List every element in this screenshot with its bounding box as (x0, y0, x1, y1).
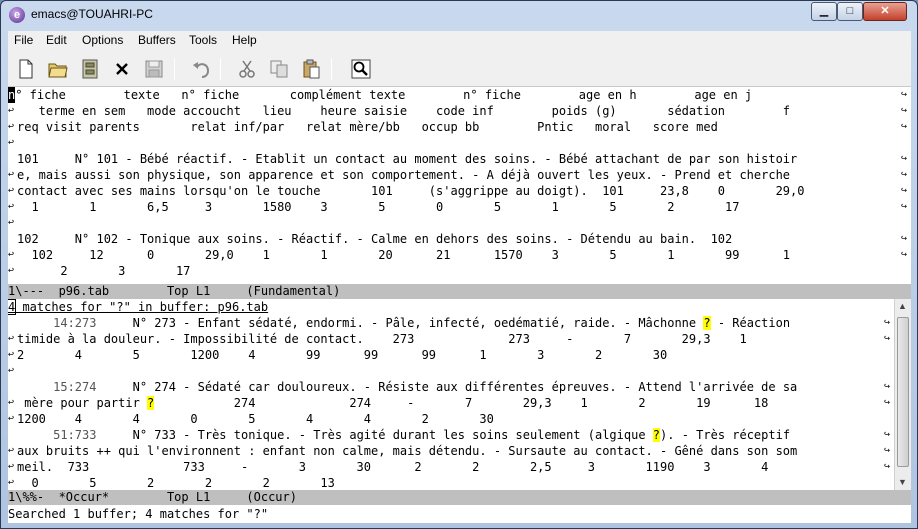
cut-icon[interactable] (234, 57, 260, 81)
window-title: emacs@TOUAHRI-PC (31, 7, 153, 21)
menu-help[interactable]: Help (232, 33, 257, 47)
occur-match-line[interactable]: 14:273 N° 273 - Enfant sédaté, endormi. … (8, 315, 894, 331)
emacs-window: e emacs@TOUAHRI-PC ▁ □ ✕ File Edit Optio… (0, 0, 918, 529)
close-button[interactable]: ✕ (863, 2, 907, 21)
emacs-frame: n° fiche texte n° fiche complément texte… (8, 87, 911, 523)
buffer-line[interactable]: ↩ 1 1 6,5 3 1580 3 5 0 5 1 5 2 17 ↪ (8, 199, 911, 215)
search-icon[interactable] (348, 57, 374, 81)
buffer-line[interactable]: ↩ 2 3 17 (8, 263, 911, 279)
occur-window[interactable]: 4 matches for "?" in buffer: p96.tab 14:… (8, 299, 894, 490)
buffer-line[interactable]: ↩ e, mais aussi son physique, son apparen… (8, 167, 911, 183)
wrap-arrow-right-icon: ↪ (884, 397, 891, 408)
toolbar-separator (220, 58, 221, 80)
paste-icon[interactable] (298, 57, 324, 81)
dired-icon[interactable] (77, 57, 103, 81)
wrap-arrow-right-icon: ↪ (901, 201, 908, 212)
menu-buffers[interactable]: Buffers (138, 33, 176, 47)
wrap-arrow-right-icon: ↪ (901, 169, 908, 180)
occur-line-number: 51:733 (17, 428, 97, 442)
occur-mode-line[interactable]: 1\%%- *Occur* Top L1 (Occur) (8, 490, 911, 505)
echo-area: Searched 1 buffer; 4 matches for "?" (8, 506, 911, 523)
buffer-line[interactable]: n° fiche texte n° fiche complément texte… (8, 87, 911, 103)
top-mode-line[interactable]: 1\--- p96.tab Top L1 (Fundamental) (8, 284, 911, 299)
tool-bar (8, 51, 911, 87)
wrap-arrow-left-icon: ↩ (8, 365, 15, 376)
maximize-button[interactable]: □ (837, 2, 863, 21)
occur-match-line[interactable]: ↩ (8, 363, 894, 379)
occur-match-line[interactable]: ↩ 0 5 2 2 2 13 (8, 475, 894, 490)
buffer-line[interactable]: ↩ terme en sem mode accoucht lieu heure … (8, 103, 911, 119)
match-highlight: ? (703, 316, 711, 330)
emacs-app-icon: e (9, 7, 25, 23)
wrap-arrow-right-icon: ↪ (884, 429, 891, 440)
save-icon[interactable] (141, 57, 167, 81)
menu-edit[interactable]: Edit (46, 33, 67, 47)
wrap-arrow-left-icon: ↩ (8, 137, 15, 148)
occur-match-line[interactable]: ↩ meil. 733 733 - 3 30 2 2 2,5 3 1190 3 4… (8, 459, 894, 475)
occur-header[interactable]: 4 matches for "?" in buffer: p96.tab (8, 299, 894, 315)
wrap-arrow-right-icon: ↪ (901, 121, 908, 132)
open-folder-icon[interactable] (45, 57, 71, 81)
minimize-button[interactable]: ▁ (811, 2, 837, 21)
wrap-arrow-right-icon: ↪ (901, 105, 908, 116)
wrap-arrow-right-icon: ↪ (901, 153, 908, 164)
scroll-thumb[interactable] (897, 317, 909, 467)
title-bar[interactable]: e emacs@TOUAHRI-PC ▁ □ ✕ (1, 1, 917, 29)
buffer-line[interactable]: ↩ (8, 215, 911, 231)
occur-match-line[interactable]: 51:733 N° 733 - Très tonique. - Très agi… (8, 427, 894, 443)
wrap-arrow-right-icon: ↪ (884, 445, 891, 456)
menu-file[interactable]: File (14, 33, 33, 47)
wrap-arrow-right-icon: ↪ (901, 89, 908, 100)
match-highlight: ? (652, 428, 661, 442)
buffer-line[interactable]: ↩ req visit parents relat inf/par relat m… (8, 119, 911, 135)
top-window-p96-tab[interactable]: n° fiche texte n° fiche complément texte… (8, 87, 911, 284)
menu-options[interactable]: Options (82, 33, 123, 47)
undo-icon[interactable] (188, 57, 214, 81)
occur-match-line[interactable]: ↩ 1200 4 4 0 5 4 4 2 30 (8, 411, 894, 427)
wrap-arrow-right-icon: ↪ (884, 317, 891, 328)
occur-line-number: 15:274 (17, 380, 97, 394)
toolbar-separator (331, 58, 332, 80)
close-buffer-icon[interactable] (109, 57, 135, 81)
menu-tools[interactable]: Tools (189, 33, 217, 47)
wrap-arrow-right-icon: ↪ (901, 185, 908, 196)
scroll-down-arrow-icon[interactable]: ▼ (898, 477, 907, 487)
buffer-line[interactable]: ↩ contact avec ses mains lorsqu'on le tou… (8, 183, 911, 199)
occur-match-line[interactable]: ↩ mère pour partir ? 274 274 - 7 29,3 1 … (8, 395, 894, 411)
wrap-arrow-right-icon: ↪ (901, 233, 908, 244)
occur-line-number: 14:273 (17, 316, 97, 330)
wrap-arrow-right-icon: ↪ (884, 333, 891, 344)
occur-match-line[interactable]: 15:274 N° 274 - Sédaté car douloureux. -… (8, 379, 894, 395)
buffer-line[interactable]: ↩ (8, 135, 911, 151)
buffer-line[interactable]: 102 N° 102 - Tonique aux soins. - Réacti… (8, 231, 911, 247)
occur-match-line[interactable]: ↩ aux bruits ++ qui l'environnent : enfan… (8, 443, 894, 459)
buffer-line[interactable]: ↩ 102 12 0 29,0 1 1 20 21 1570 3 5 1 99 … (8, 247, 911, 263)
scroll-up-arrow-icon[interactable]: ▲ (898, 301, 907, 311)
wrap-arrow-right-icon: ↪ (884, 381, 891, 392)
toolbar-separator (174, 58, 175, 80)
buffer-line[interactable]: 101 N° 101 - Bébé réactif. - Etablit un … (8, 151, 911, 167)
copy-icon[interactable] (266, 57, 292, 81)
wrap-arrow-right-icon: ↪ (901, 249, 908, 260)
occur-match-line[interactable]: ↩ 2 4 5 1200 4 99 99 99 1 3 2 30 (8, 347, 894, 363)
menu-bar: File Edit Options Buffers Tools Help (8, 31, 911, 51)
wrap-arrow-left-icon: ↩ (8, 217, 15, 228)
wrap-arrow-right-icon: ↪ (884, 461, 891, 472)
occur-match-line[interactable]: ↩ timide à la douleur. - Impossibilité de… (8, 331, 894, 347)
occur-scrollbar[interactable]: ▲ ▼ (894, 299, 911, 490)
new-file-icon[interactable] (13, 57, 39, 81)
